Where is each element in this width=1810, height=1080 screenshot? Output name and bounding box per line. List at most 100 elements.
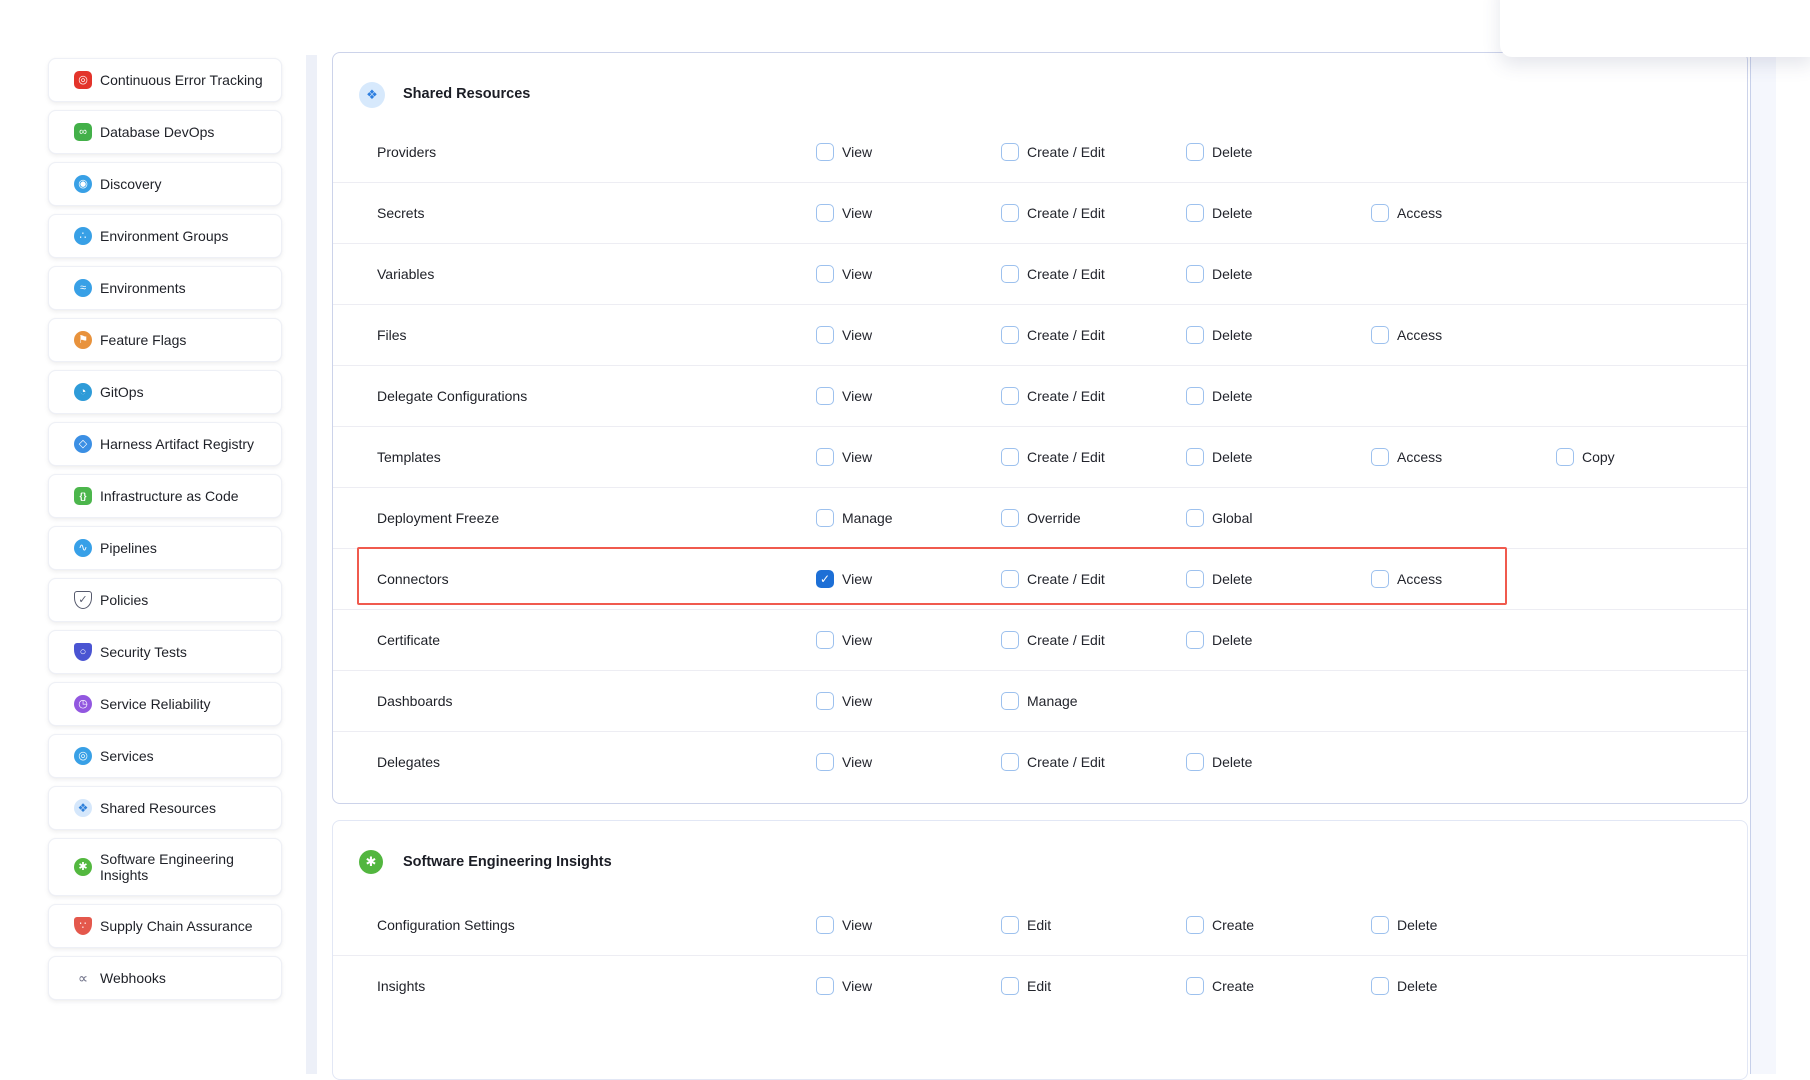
checkbox-access[interactable]: [1371, 326, 1389, 344]
sidebar-item-shared-resources[interactable]: ❖ Shared Resources: [48, 786, 282, 830]
checkbox-label: Create / Edit: [1027, 388, 1105, 404]
checkbox-view[interactable]: [816, 753, 834, 771]
sidebar-item-supply-chain-assurance[interactable]: ∵ Supply Chain Assurance: [48, 904, 282, 948]
checkbox-create-edit[interactable]: [1001, 387, 1019, 405]
page-scrollbar-track[interactable]: [1750, 57, 1776, 1074]
sidebar-item-label: Policies: [100, 592, 148, 608]
checkbox-view[interactable]: [816, 692, 834, 710]
services-icon: ◎: [74, 747, 92, 765]
checkbox-label: View: [842, 449, 872, 465]
sidebar-item-label: Security Tests: [100, 644, 187, 660]
checkbox-edit[interactable]: [1001, 916, 1019, 934]
checkbox-label: Edit: [1027, 978, 1051, 994]
checkbox-create-edit[interactable]: [1001, 204, 1019, 222]
sidebar-item-label: Discovery: [100, 176, 161, 192]
checkbox-view[interactable]: [816, 265, 834, 283]
resource-label: Dashboards: [377, 693, 453, 709]
checkbox-view[interactable]: [816, 204, 834, 222]
checkbox-delete[interactable]: [1186, 570, 1204, 588]
checkbox-label: Delete: [1397, 917, 1437, 933]
checkbox-label: Delete: [1212, 205, 1252, 221]
checkbox-delete[interactable]: [1186, 143, 1204, 161]
sidebar-item-label: Environments: [100, 280, 186, 296]
sidebar-item-harness-artifact-registry[interactable]: ◇ Harness Artifact Registry: [48, 422, 282, 466]
sidebar-item-discovery[interactable]: ◉ Discovery: [48, 162, 282, 206]
checkbox-override[interactable]: [1001, 509, 1019, 527]
checkbox-label: Delete: [1212, 449, 1252, 465]
resource-label: Configuration Settings: [377, 917, 515, 933]
sidebar-item-security-tests[interactable]: ○ Security Tests: [48, 630, 282, 674]
checkbox-edit[interactable]: [1001, 977, 1019, 995]
checkbox-view[interactable]: [816, 143, 834, 161]
checkbox-copy[interactable]: [1556, 448, 1574, 466]
checkbox-view[interactable]: [816, 631, 834, 649]
checkbox-view[interactable]: [816, 448, 834, 466]
checkbox-view[interactable]: [816, 977, 834, 995]
resource-label: Providers: [377, 144, 436, 160]
sidebar-item-label: Continuous Error Tracking: [100, 72, 263, 88]
checkbox-view[interactable]: [816, 570, 834, 588]
checkbox-create[interactable]: [1186, 977, 1204, 995]
checkbox-access[interactable]: [1371, 570, 1389, 588]
checkbox-view[interactable]: [816, 916, 834, 934]
sidebar-item-label: Environment Groups: [100, 228, 228, 244]
sidebar-item-service-reliability[interactable]: ◷ Service Reliability: [48, 682, 282, 726]
sidebar-item-webhooks[interactable]: ∝ Webhooks: [48, 956, 282, 1000]
checkbox-view[interactable]: [816, 387, 834, 405]
sidebar-item-pipelines[interactable]: ∿ Pipelines: [48, 526, 282, 570]
checkbox-label: Delete: [1212, 144, 1252, 160]
software-engineering-insights-permissions-card: ✱ Software Engineering Insights Configur…: [332, 820, 1748, 1080]
infrastructure-as-code-icon: {}: [74, 487, 92, 505]
table-row-files: Files View Create / Edit Delete Access: [333, 304, 1747, 365]
checkbox-delete[interactable]: [1371, 916, 1389, 934]
resource-label: Certificate: [377, 632, 440, 648]
checkbox-global[interactable]: [1186, 509, 1204, 527]
checkbox-view[interactable]: [816, 326, 834, 344]
checkbox-delete[interactable]: [1186, 448, 1204, 466]
checkbox-create-edit[interactable]: [1001, 753, 1019, 771]
gitops-icon: ◔: [74, 383, 92, 401]
checkbox-create-edit[interactable]: [1001, 448, 1019, 466]
checkbox-create-edit[interactable]: [1001, 143, 1019, 161]
checkbox-access[interactable]: [1371, 204, 1389, 222]
checkbox-delete[interactable]: [1186, 326, 1204, 344]
table-row-configuration-settings: Configuration Settings View Edit Create …: [333, 895, 1747, 955]
sidebar-item-gitops[interactable]: ◔ GitOps: [48, 370, 282, 414]
checkbox-delete[interactable]: [1186, 204, 1204, 222]
checkbox-label: View: [842, 144, 872, 160]
checkbox-create-edit[interactable]: [1001, 326, 1019, 344]
sidebar-item-infrastructure-as-code[interactable]: {} Infrastructure as Code: [48, 474, 282, 518]
checkbox-create[interactable]: [1186, 916, 1204, 934]
sidebar-item-database-devops[interactable]: ∞ Database DevOps: [48, 110, 282, 154]
sidebar-item-environment-groups[interactable]: ∴ Environment Groups: [48, 214, 282, 258]
shared-resources-icon: ❖: [74, 799, 92, 817]
checkbox-delete[interactable]: [1186, 753, 1204, 771]
checkbox-label: Access: [1397, 571, 1442, 587]
sidebar-item-services[interactable]: ◎ Services: [48, 734, 282, 778]
checkbox-label: Global: [1212, 510, 1252, 526]
resource-label: Delegates: [377, 754, 440, 770]
security-tests-icon: ○: [74, 643, 92, 661]
checkbox-access[interactable]: [1371, 448, 1389, 466]
checkbox-delete[interactable]: [1186, 631, 1204, 649]
checkbox-create-edit[interactable]: [1001, 570, 1019, 588]
checkbox-delete[interactable]: [1186, 387, 1204, 405]
table-row-templates: Templates View Create / Edit Delete Acce…: [333, 426, 1747, 487]
panel-header: ❖ Shared Resources: [333, 53, 1747, 122]
sidebar-item-feature-flags[interactable]: ⚑ Feature Flags: [48, 318, 282, 362]
sidebar-item-continuous-error-tracking[interactable]: ◎ Continuous Error Tracking: [48, 58, 282, 102]
checkbox-manage[interactable]: [816, 509, 834, 527]
sidebar-item-policies[interactable]: ✓ Policies: [48, 578, 282, 622]
checkbox-create-edit[interactable]: [1001, 265, 1019, 283]
sidebar-scroll-gutter[interactable]: [306, 55, 317, 1074]
table-row-providers: Providers View Create / Edit Delete: [333, 122, 1747, 182]
checkbox-manage[interactable]: [1001, 692, 1019, 710]
sidebar-item-software-engineering-insights[interactable]: ✱ Software Engineering Insights: [48, 838, 282, 896]
checkbox-delete[interactable]: [1186, 265, 1204, 283]
sidebar-item-environments[interactable]: ≈ Environments: [48, 266, 282, 310]
table-row-delegates: Delegates View Create / Edit Delete: [333, 731, 1747, 792]
service-reliability-icon: ◷: [74, 695, 92, 713]
checkbox-delete[interactable]: [1371, 977, 1389, 995]
table-row-certificate: Certificate View Create / Edit Delete: [333, 609, 1747, 670]
checkbox-create-edit[interactable]: [1001, 631, 1019, 649]
